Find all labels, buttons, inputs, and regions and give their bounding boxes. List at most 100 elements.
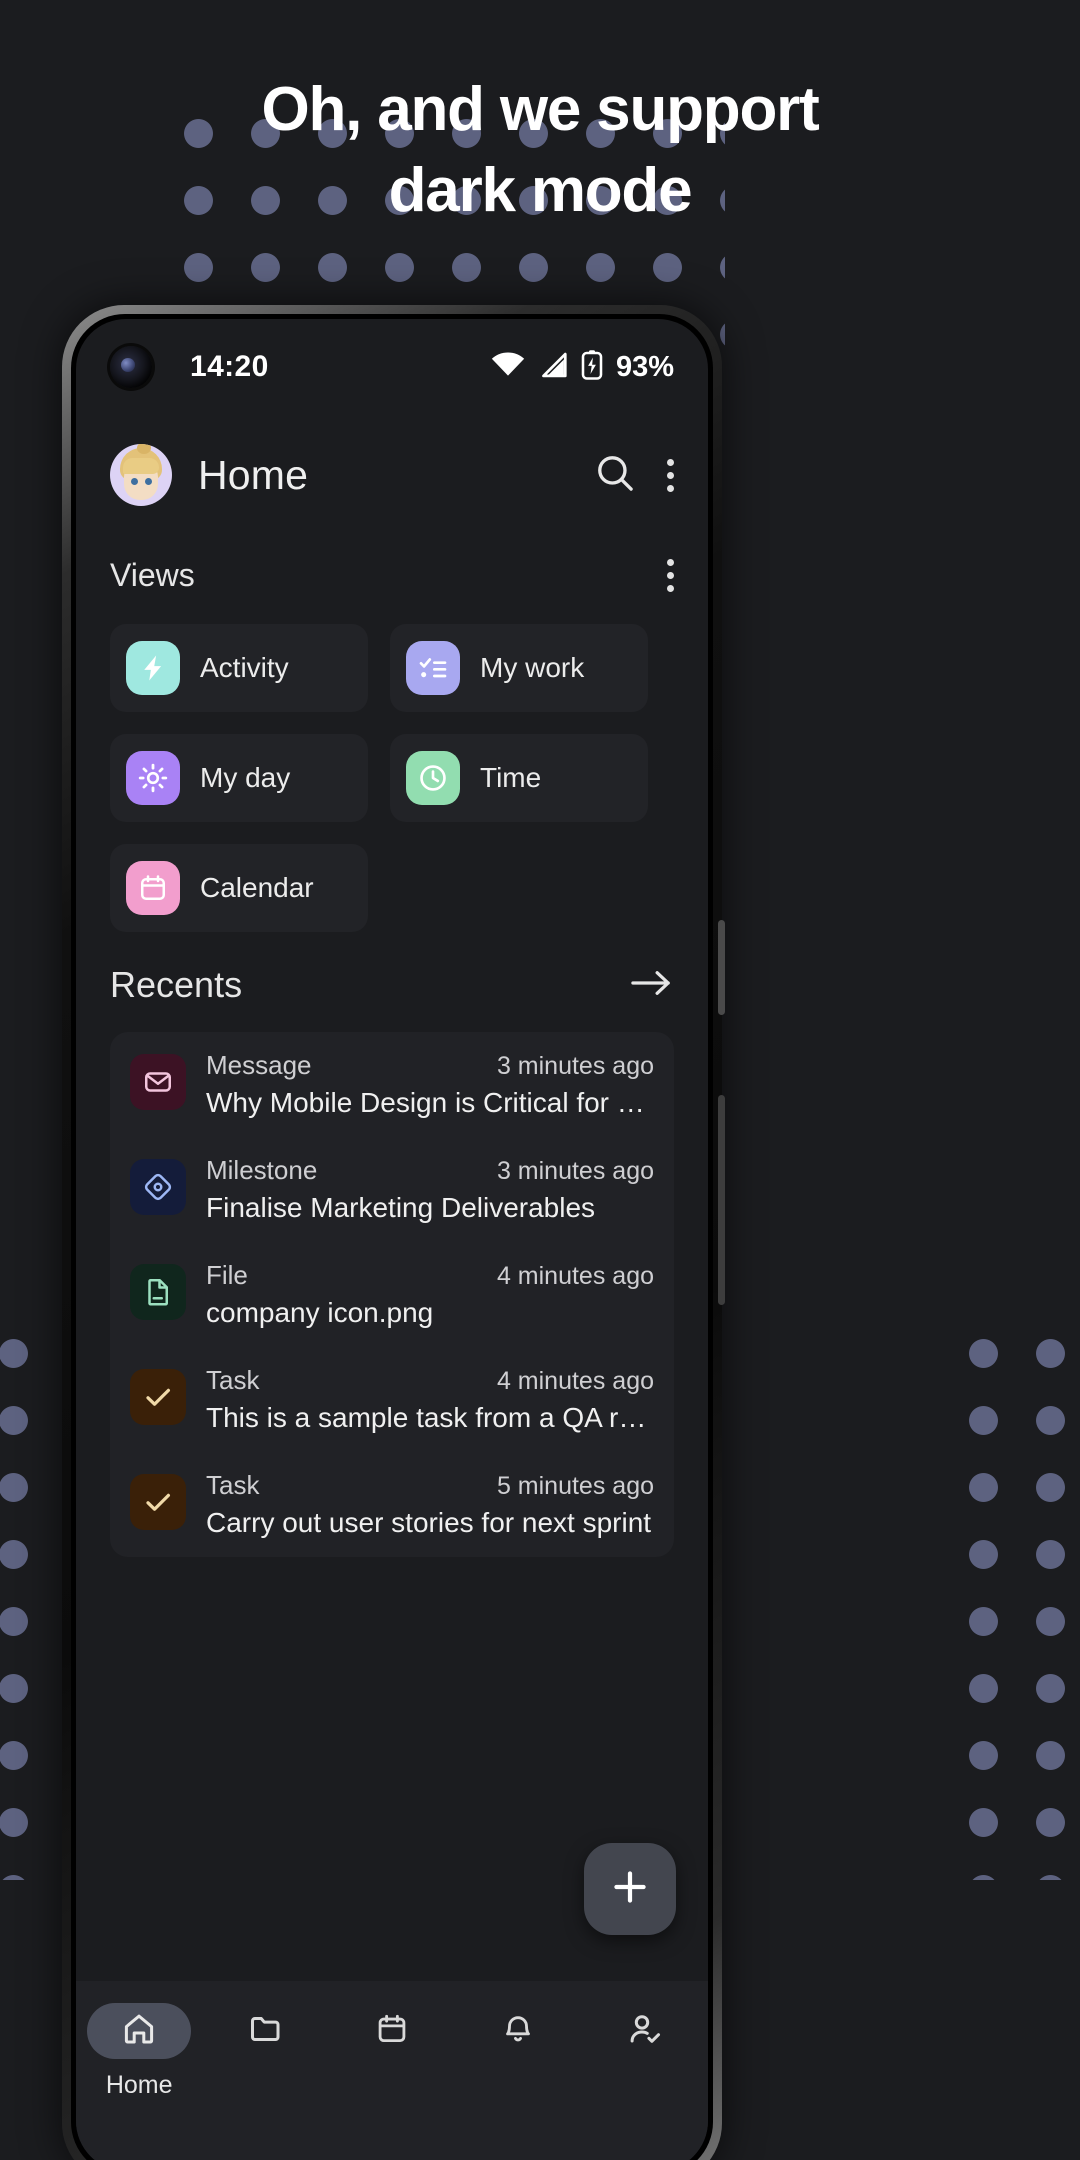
list-item-meta: Message 3 minutes ago [206, 1050, 654, 1081]
list-item-time: 4 minutes ago [496, 1262, 654, 1290]
nav-item-label: Home [105, 2071, 173, 2099]
view-card-label: My work [480, 652, 585, 683]
list-item-body: Message 3 minutes ago Why Mobile Design … [206, 1050, 654, 1119]
power-button[interactable] [718, 1095, 725, 1305]
check-icon [130, 1474, 186, 1530]
list-item-title: Carry out user stories for next sprint [206, 1507, 652, 1538]
cellular-signal-icon [538, 352, 568, 383]
nav-item-files[interactable] [208, 2003, 324, 2059]
views-overflow-button[interactable] [666, 559, 674, 592]
view-card-label: Time [480, 762, 542, 793]
nav-active-pill [87, 2003, 192, 2059]
nav-item-calendar[interactable] [334, 2003, 450, 2059]
status-bar: 14:20 93% [76, 319, 708, 415]
app-bar: Home [76, 415, 708, 525]
view-card-calendar[interactable]: Calendar [110, 844, 368, 932]
views-grid: Activity My work My day Time Calendar [76, 594, 708, 932]
check-icon [130, 1369, 186, 1425]
view-card-my-day[interactable]: My day [110, 734, 368, 822]
list-item-meta: Task 5 minutes ago [206, 1470, 654, 1501]
milestone-diamond-icon [130, 1159, 186, 1215]
list-item-title: Why Mobile Design is Critical for Growin… [206, 1087, 654, 1118]
app-bar-overflow-button[interactable] [666, 458, 674, 492]
page-title: Home [198, 451, 309, 498]
lightning-bolt-icon [126, 641, 180, 695]
calendar-icon [126, 861, 180, 915]
person-check-icon [627, 2011, 663, 2052]
view-card-label: Calendar [200, 872, 314, 903]
avatar[interactable] [110, 444, 172, 506]
list-item-body: Task 5 minutes ago Carry out user storie… [206, 1470, 654, 1539]
list-item-meta: File 4 minutes ago [206, 1260, 654, 1291]
app-bar-actions [594, 452, 674, 499]
views-section-header: Views [76, 525, 708, 594]
list-item[interactable]: File 4 minutes ago company icon.png [110, 1242, 674, 1347]
battery-charging-icon [581, 349, 603, 385]
list-item[interactable]: Message 3 minutes ago Why Mobile Design … [110, 1032, 674, 1137]
list-item-body: Task 4 minutes ago This is a sample task… [206, 1365, 654, 1434]
view-card-label: My day [200, 762, 291, 793]
views-section-title: Views [110, 557, 195, 593]
list-item-title: company icon.png [206, 1297, 434, 1328]
list-item-kind: Message [206, 1050, 312, 1080]
list-item-kind: Task [206, 1470, 260, 1500]
list-item-time: 5 minutes ago [496, 1472, 654, 1500]
recents-section-title: Recents [110, 964, 243, 1005]
home-icon [121, 2011, 157, 2052]
view-card-time[interactable]: Time [390, 734, 648, 822]
phone-screen: 14:20 93% Home Views Activity My work My… [76, 319, 708, 2160]
list-item[interactable]: Task 5 minutes ago Carry out user storie… [110, 1452, 674, 1557]
list-item-kind: Milestone [206, 1155, 318, 1185]
phone-bezel: 14:20 93% Home Views Activity My work My… [71, 314, 713, 2160]
list-item-meta: Milestone 3 minutes ago [206, 1155, 654, 1186]
avatar-fringe [123, 458, 159, 474]
list-item-body: Milestone 3 minutes ago Finalise Marketi… [206, 1155, 654, 1224]
wifi-icon [491, 352, 525, 383]
decorative-dot-pattern-bottom-right [950, 1320, 1080, 1880]
add-button[interactable] [584, 1843, 676, 1935]
list-item-time: 4 minutes ago [496, 1367, 654, 1395]
nav-pill [340, 2003, 444, 2059]
list-item-title: This is a sample task from a QA round [206, 1402, 654, 1433]
nav-item-notifications[interactable] [460, 2003, 576, 2059]
view-card-label: Activity [200, 652, 289, 683]
battery-percent-label: 93% [615, 350, 674, 383]
search-icon [594, 452, 636, 499]
clock-icon [406, 751, 460, 805]
list-item-kind: File [206, 1260, 248, 1290]
calendar-icon [375, 2012, 409, 2051]
sun-icon [126, 751, 180, 805]
nav-pill [593, 2003, 697, 2059]
list-item-time: 3 minutes ago [496, 1157, 654, 1185]
file-icon [130, 1264, 186, 1320]
view-card-activity[interactable]: Activity [110, 624, 368, 712]
recents-list: Message 3 minutes ago Why Mobile Design … [110, 1032, 674, 1557]
status-icons: 93% [491, 349, 674, 385]
nav-pill [214, 2003, 318, 2059]
search-button[interactable] [594, 452, 636, 499]
front-camera-punch-hole [110, 346, 152, 388]
promo-headline: Oh, and we support dark mode [0, 70, 1080, 231]
arrow-right-icon [630, 967, 674, 1004]
nav-item-home[interactable]: Home [81, 2003, 197, 2100]
list-item-meta: Task 4 minutes ago [206, 1365, 654, 1396]
phone-frame: 14:20 93% Home Views Activity My work My… [62, 305, 725, 2160]
folder-icon [248, 2011, 284, 2052]
list-item-body: File 4 minutes ago company icon.png [206, 1260, 654, 1329]
recents-see-all-button[interactable] [630, 967, 674, 1004]
plus-icon [608, 1865, 652, 1914]
checklist-icon [406, 641, 460, 695]
avatar-eye-left [131, 478, 138, 485]
nav-item-profile[interactable] [587, 2003, 703, 2059]
volume-button[interactable] [718, 920, 725, 1015]
promo-screenshot: Oh, and we support dark mode 14:20 93% H… [0, 0, 1080, 2160]
status-time: 14:20 [190, 350, 269, 383]
envelope-icon [130, 1054, 186, 1110]
kebab-menu-icon [666, 559, 674, 592]
kebab-menu-icon [666, 458, 674, 492]
list-item[interactable]: Task 4 minutes ago This is a sample task… [110, 1347, 674, 1452]
view-card-my-work[interactable]: My work [390, 624, 648, 712]
list-item[interactable]: Milestone 3 minutes ago Finalise Marketi… [110, 1137, 674, 1242]
list-item-kind: Task [206, 1365, 260, 1395]
list-item-time: 3 minutes ago [496, 1052, 654, 1080]
